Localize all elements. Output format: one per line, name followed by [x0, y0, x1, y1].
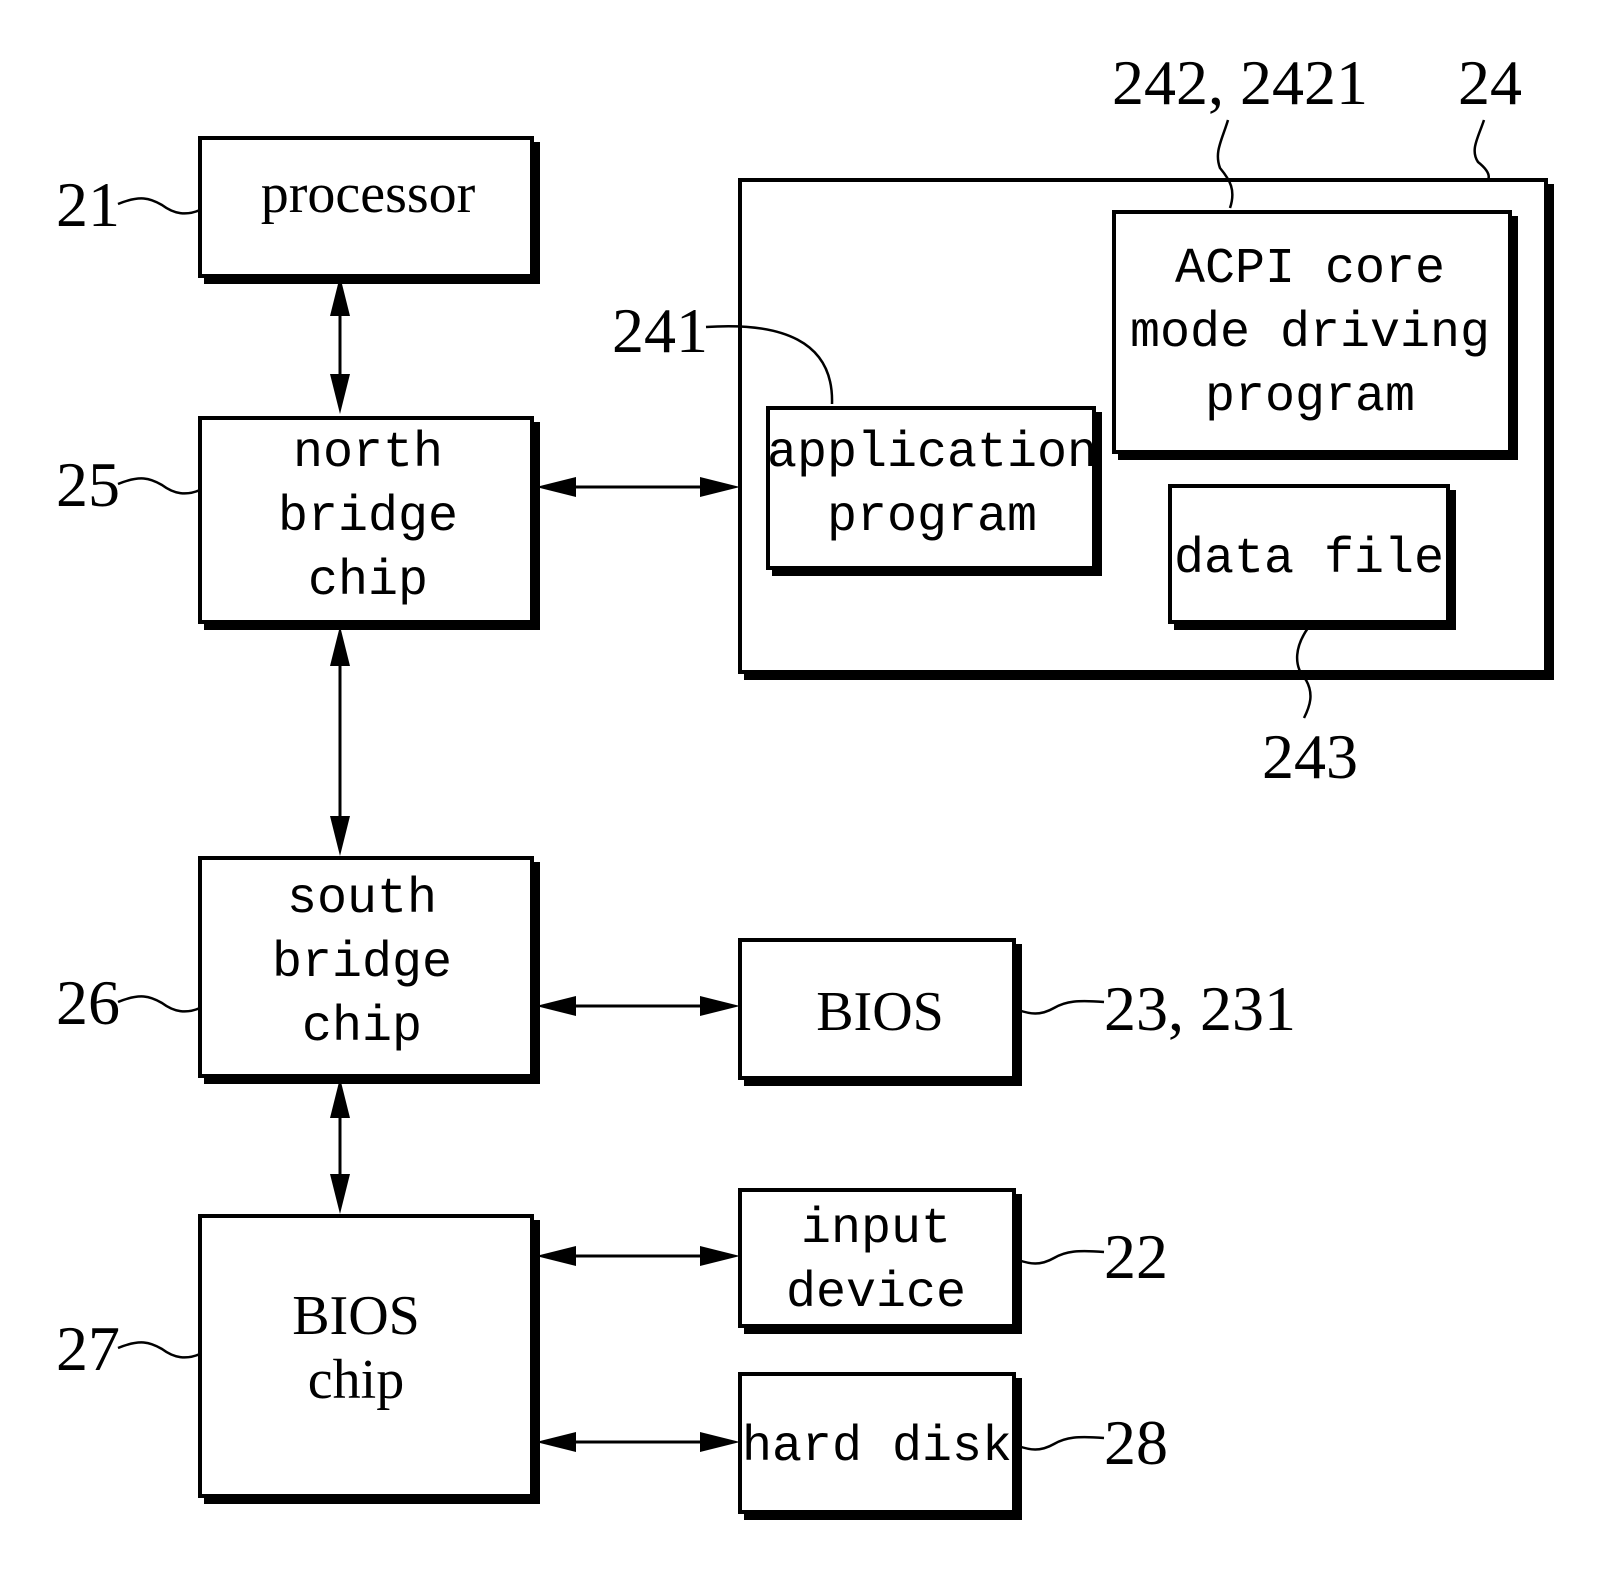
block-label-line: application [767, 425, 1097, 482]
ref-numeral-27: 27 [56, 1313, 120, 1384]
connector-northbridge-memory [536, 477, 740, 497]
ref-numeral-241: 241 [612, 295, 708, 366]
block-label-line: mode driving [1130, 305, 1490, 362]
block-label-line: north [293, 425, 443, 482]
block-label-line: bridge [278, 489, 458, 546]
ref-numeral-26: 26 [56, 967, 120, 1038]
block-label-line: ACPI core [1175, 241, 1445, 298]
leader-line-21 [117, 197, 201, 215]
block-label-line: chip [302, 999, 422, 1056]
block-label-line: device [786, 1265, 966, 1322]
leader-line-25 [117, 477, 201, 495]
block-label-line: BIOS [292, 1285, 420, 1347]
block-processor: processor [198, 136, 540, 284]
block-north-bridge-chip: north bridge chip [198, 416, 540, 630]
connector-northbridge-southbridge [330, 626, 350, 856]
leader-line-27 [117, 1341, 201, 1359]
ref-numeral-242-2421: 242, 2421 [1112, 47, 1368, 118]
block-label-line: input [801, 1201, 951, 1258]
block-bios: BIOS [738, 938, 1022, 1086]
block-label-line: BIOS [816, 981, 944, 1043]
block-label-line: chip [308, 553, 428, 610]
block-label-line: program [1205, 369, 1415, 426]
ref-numeral-23-231: 23, 231 [1104, 973, 1296, 1044]
connector-southbridge-bios [536, 996, 740, 1016]
block-acpi-driving-program: ACPI core mode driving program [1112, 210, 1518, 460]
ref-numeral-22: 22 [1104, 1221, 1168, 1292]
block-data-file: data file [1168, 484, 1456, 630]
ref-numeral-25: 25 [56, 449, 120, 520]
ref-numeral-21: 21 [56, 169, 120, 240]
block-label-line: chip [308, 1349, 404, 1411]
diagram-canvas: processor north bridge chip south bridge… [0, 0, 1608, 1586]
block-label-line: program [827, 489, 1037, 546]
block-application-program: application program [766, 406, 1102, 576]
block-input-device: input device [738, 1188, 1022, 1334]
connector-bioschip-harddisk [536, 1432, 740, 1452]
block-label-line: hard disk [742, 1419, 1012, 1476]
block-hard-disk: hard disk [738, 1372, 1022, 1520]
leader-line-22 [1017, 1249, 1105, 1265]
block-diagram: processor north bridge chip south bridge… [56, 47, 1554, 1520]
block-bios-chip: BIOS chip [198, 1214, 540, 1504]
ref-numeral-24: 24 [1458, 47, 1522, 118]
connector-southbridge-bioschip [330, 1078, 350, 1214]
connector-bioschip-inputdevice [536, 1246, 740, 1266]
block-label-line: south [287, 871, 437, 928]
ref-numeral-28: 28 [1104, 1407, 1168, 1478]
block-label-line: data file [1174, 531, 1444, 588]
ref-numeral-243: 243 [1262, 721, 1358, 792]
leader-line-26 [117, 995, 201, 1013]
block-south-bridge-chip: south bridge chip [198, 856, 540, 1084]
leader-line-28 [1017, 1435, 1105, 1451]
connector-processor-northbridge [330, 276, 350, 414]
leader-line-23-231 [1017, 999, 1105, 1015]
block-label-line: bridge [272, 935, 452, 992]
block-label-line: processor [261, 163, 476, 225]
leader-line-24 [1473, 119, 1490, 181]
